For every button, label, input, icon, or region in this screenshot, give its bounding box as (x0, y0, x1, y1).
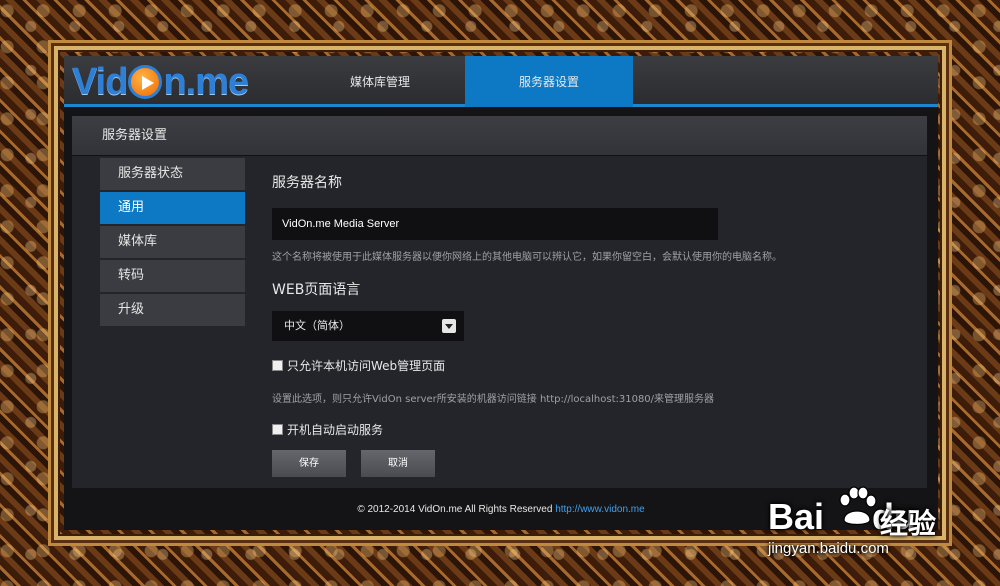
play-icon (128, 65, 163, 99)
sidebar-item-transcode[interactable]: 转码 (100, 260, 245, 292)
server-name-input[interactable] (272, 208, 718, 240)
autostart-row: 开机自动启动服务 (272, 421, 912, 438)
local-only-row: 只允许本机访问Web管理页面 (272, 357, 912, 374)
top-header: Vid n.me 媒体库管理 服务器设置 (64, 56, 938, 107)
settings-panel: 服务器设置 服务器状态 通用 媒体库 转码 升级 服务器名称 这个名称将被使用于… (72, 116, 927, 488)
sidebar-item-upgrade[interactable]: 升级 (100, 294, 245, 326)
app-screen: Vid n.me 媒体库管理 服务器设置 服务器设置 服务器状态 通用 媒体库 转… (64, 56, 938, 530)
panel-title: 服务器设置 (72, 116, 927, 156)
server-name-title: 服务器名称 (272, 175, 342, 191)
baidu-watermark: Bai du 经验 jingyan.baidu.com (768, 478, 1000, 586)
vidon-link[interactable]: http://www.vidon.me (555, 504, 644, 515)
watermark-brand-left: Bai (768, 496, 825, 537)
watermark-url: jingyan.baidu.com (768, 540, 889, 557)
general-settings: 服务器名称 这个名称将被使用于此媒体服务器以便你网络上的其他电脑可以辨认它，如果… (272, 158, 912, 477)
paw-icon (839, 486, 877, 526)
watermark-cn: 经验 (880, 507, 937, 540)
sidebar-item-server-status[interactable]: 服务器状态 (100, 158, 245, 190)
local-only-hint: 设置此选项，则只允许VidOn server所安装的机器访问链接 http://… (272, 394, 715, 405)
settings-sidebar: 服务器状态 通用 媒体库 转码 升级 (100, 158, 245, 328)
autostart-label: 开机自动启动服务 (287, 423, 384, 437)
save-button[interactable]: 保存 (272, 450, 346, 477)
autostart-checkbox[interactable] (272, 424, 283, 435)
vidon-logo[interactable]: Vid n.me (72, 60, 249, 103)
logo-text-right: n.me (163, 60, 249, 103)
sidebar-item-general[interactable]: 通用 (100, 192, 245, 224)
local-only-label: 只允许本机访问Web管理页面 (287, 359, 446, 373)
tab-media-library[interactable]: 媒体库管理 (296, 56, 464, 107)
tab-server-settings[interactable]: 服务器设置 (465, 56, 633, 107)
copyright-text: © 2012-2014 VidOn.me All Rights Reserved (357, 504, 553, 515)
logo-text-left: Vid (72, 60, 128, 103)
server-name-hint: 这个名称将被使用于此媒体服务器以便你网络上的其他电脑可以辨认它，如果你留空白，会… (272, 252, 782, 263)
chevron-down-icon[interactable] (442, 319, 456, 333)
cancel-button[interactable]: 取消 (361, 450, 435, 477)
language-selected: 中文（简体） (284, 319, 350, 332)
local-only-checkbox[interactable] (272, 360, 283, 371)
language-title: WEB页面语言 (272, 282, 361, 298)
action-buttons: 保存 取消 (272, 450, 912, 477)
sidebar-item-media-library[interactable]: 媒体库 (100, 226, 245, 258)
language-select[interactable]: 中文（简体） (272, 311, 464, 341)
